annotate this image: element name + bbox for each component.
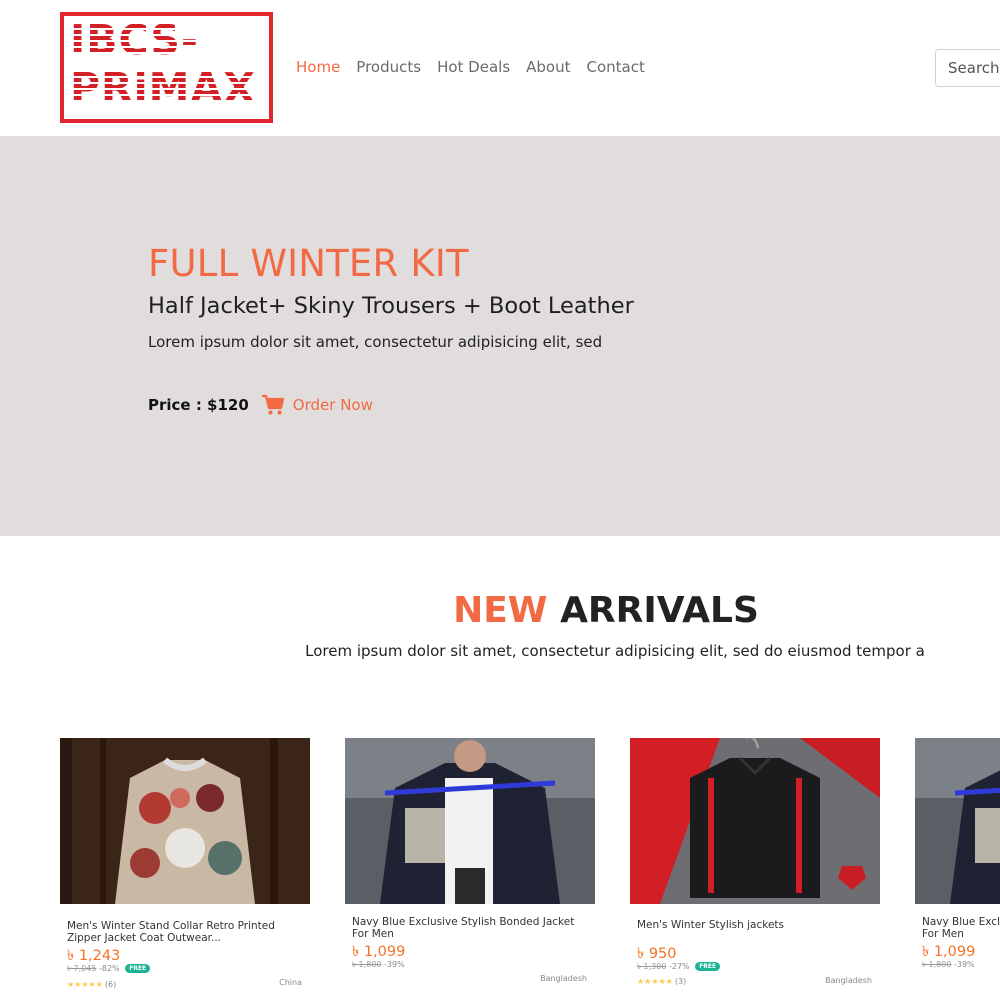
product-image[interactable]	[630, 738, 880, 904]
new-arrivals-subtitle: Lorem ipsum dolor sit amet, consectetur …	[305, 642, 925, 660]
order-now-link[interactable]: Order Now	[293, 396, 373, 414]
product-name[interactable]: Navy Blue Exclusive Stylish Bonded Jacke…	[922, 916, 1000, 940]
product-origin: Bangladesh	[540, 974, 587, 983]
nav-products[interactable]: Products	[356, 58, 421, 76]
header: IBCS- PRiMAX Home Products Hot Deals Abo…	[0, 0, 1000, 136]
nav-hot-deals[interactable]: Hot Deals	[437, 58, 510, 76]
new-arrivals-heading: NEW ARRIVALS	[0, 590, 1000, 631]
product-old-price: ৳ 1,800 -39%	[922, 959, 975, 972]
discount: -39%	[953, 960, 975, 969]
free-shipping-badge: FREE	[125, 964, 151, 973]
product-card[interactable]: Navy Blue Exclusive Stylish Bonded Jacke…	[915, 738, 1000, 1000]
product-origin: China	[279, 978, 302, 987]
product-old-price: ৳ 1,300 -27% FREE	[637, 961, 721, 974]
nav-home[interactable]: Home	[296, 58, 340, 76]
product-card[interactable]: Men's Winter Stand Collar Retro Printed …	[60, 738, 310, 1000]
discount: -39%	[383, 960, 405, 969]
product-origin: Bangladesh	[825, 976, 872, 985]
product-card[interactable]: Navy Blue Exclusive Stylish Bonded Jacke…	[345, 738, 595, 1000]
brand-logo[interactable]: IBCS- PRiMAX	[60, 12, 273, 123]
nav-about[interactable]: About	[526, 58, 570, 76]
heading-rest: ARRIVALS	[560, 590, 759, 631]
rating: ★★★★★ (3)	[637, 977, 686, 986]
hero-subtitle: Half Jacket+ Skiny Trousers + Boot Leath…	[148, 293, 634, 319]
main-nav: Home Products Hot Deals About Contact	[296, 58, 661, 76]
search-input[interactable]: Search	[935, 49, 1000, 87]
hero-price-row: Price : $120 Order Now	[148, 394, 373, 416]
hero-price: Price : $120	[148, 396, 249, 414]
rating-count: (6)	[104, 980, 117, 989]
hero-banner: FULL WINTER KIT Half Jacket+ Skiny Trous…	[0, 136, 1000, 536]
old-price-value: ৳ 7,045	[67, 964, 97, 973]
hero-title: FULL WINTER KIT	[148, 242, 469, 285]
product-name[interactable]: Navy Blue Exclusive Stylish Bonded Jacke…	[352, 916, 592, 940]
hero-description: Lorem ipsum dolor sit amet, consectetur …	[148, 333, 603, 351]
star-rating-icon: ★★★★★	[637, 977, 673, 986]
free-shipping-badge: FREE	[695, 962, 721, 971]
star-rating-icon: ★★★★★	[67, 980, 103, 989]
old-price-value: ৳ 1,800	[922, 960, 952, 969]
rating: ★★★★★ (6)	[67, 980, 116, 989]
old-price-value: ৳ 1,300	[637, 962, 667, 971]
product-image[interactable]	[915, 738, 1000, 904]
product-name[interactable]: Men's Winter Stand Collar Retro Printed …	[67, 920, 307, 944]
heading-accent: NEW	[453, 590, 548, 631]
rating-count: (3)	[674, 977, 687, 986]
product-image[interactable]	[60, 738, 310, 904]
product-old-price: ৳ 1,800 -39%	[352, 959, 405, 972]
product-name[interactable]: Men's Winter Stylish jackets	[637, 919, 877, 931]
brand-logo-line1: IBCS-	[70, 16, 199, 64]
old-price-value: ৳ 1,800	[352, 960, 382, 969]
product-card[interactable]: Men's Winter Stylish jackets ৳ 950 ৳ 1,3…	[630, 738, 880, 1000]
nav-contact[interactable]: Contact	[587, 58, 645, 76]
discount: -82%	[98, 964, 120, 973]
product-old-price: ৳ 7,045 -82% FREE	[67, 963, 151, 976]
cart-icon[interactable]	[261, 394, 285, 416]
product-image[interactable]	[345, 738, 595, 904]
brand-logo-line2: PRiMAX	[70, 64, 256, 112]
discount: -27%	[668, 962, 690, 971]
